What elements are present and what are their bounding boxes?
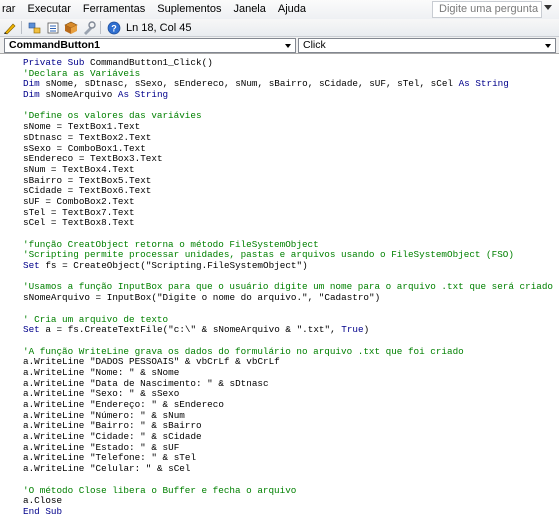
- menu-item-inserir[interactable]: rar: [0, 0, 21, 19]
- code-line: Set a = fs.CreateTextFile("c:\" & sNomeA…: [23, 324, 370, 336]
- object-dropdown-value: CommandButton1: [9, 39, 100, 51]
- menu-item-ferramentas[interactable]: Ferramentas: [77, 0, 151, 19]
- cursor-position-status: Ln 18, Col 45: [126, 21, 192, 34]
- toolbox-icon[interactable]: [81, 20, 97, 36]
- procedure-dropdown[interactable]: Click: [298, 38, 556, 53]
- menu-item-suplementos[interactable]: Suplementos: [151, 0, 227, 19]
- code-editor[interactable]: Private Sub CommandButton1_Click() 'Decla…: [0, 55, 559, 526]
- menu-item-janela[interactable]: Janela: [227, 0, 271, 19]
- code-dropdown-bar: CommandButton1 Click: [0, 37, 559, 54]
- design-mode-icon[interactable]: [2, 20, 18, 36]
- help-search-input[interactable]: Digite uma pergunta: [432, 1, 542, 18]
- code-line: Dim sNomeArquivo As String: [23, 89, 169, 101]
- menu-item-executar[interactable]: Executar: [21, 0, 76, 19]
- procedure-dropdown-value: Click: [303, 39, 326, 51]
- code-line: a.Close: [23, 495, 63, 507]
- toolbar-separator: [21, 21, 22, 34]
- code-line: Set fs = CreateObject("Scripting.FileSys…: [23, 260, 308, 272]
- menu-item-ajuda[interactable]: Ajuda: [272, 0, 312, 19]
- code-line: sCel = TextBox8.Text: [23, 217, 135, 229]
- properties-window-icon[interactable]: [45, 20, 61, 36]
- chevron-down-icon[interactable]: [541, 39, 555, 52]
- toolbar: ? Ln 18, Col 45: [0, 19, 559, 37]
- object-dropdown[interactable]: CommandButton1: [4, 38, 296, 53]
- menu-bar: rar Executar Ferramentas Suplementos Jan…: [0, 0, 559, 19]
- help-icon[interactable]: ?: [106, 20, 122, 36]
- object-browser-icon[interactable]: [63, 20, 79, 36]
- toolbar-separator: [100, 21, 101, 34]
- svg-text:?: ?: [111, 23, 117, 33]
- project-explorer-icon[interactable]: [27, 20, 43, 36]
- code-line: 'O método Close libera o Buffer e fecha …: [23, 484, 297, 496]
- help-dropdown-arrow-icon[interactable]: [544, 5, 552, 10]
- code-text-area[interactable]: Private Sub CommandButton1_Click() 'Decla…: [23, 57, 557, 518]
- editor-margin: [0, 55, 18, 526]
- code-line: a.WriteLine "Celular: " & sCel: [23, 463, 191, 475]
- code-line: End Sub: [23, 505, 63, 517]
- code-line: sNomeArquivo = InputBox("Digite o nome d…: [23, 292, 381, 304]
- chevron-down-icon[interactable]: [281, 39, 295, 52]
